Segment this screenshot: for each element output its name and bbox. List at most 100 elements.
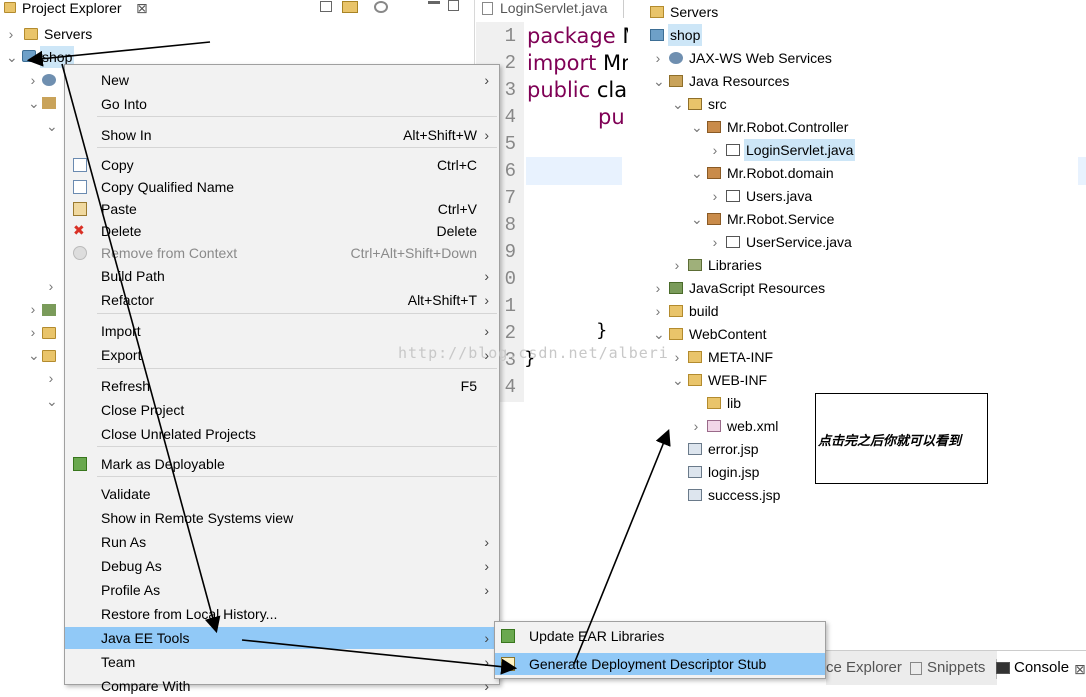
tree-row-javascript-resources[interactable]: › JavaScript Resources (628, 277, 1078, 299)
tree-row-src[interactable]: ⌄ src (628, 93, 1078, 115)
tree-row-mr-robot-domain[interactable]: ⌄ Mr.Robot.domain (628, 162, 1078, 184)
tree-row-java-resources[interactable]: ⌄ Java Resources (628, 70, 1078, 92)
chevron-down-icon[interactable]: ⌄ (46, 118, 58, 135)
chevron-down-icon[interactable]: ⌄ (672, 369, 684, 391)
chevron-down-icon[interactable]: ⌄ (28, 347, 40, 364)
tree-row-libraries[interactable]: › Libraries (628, 254, 1078, 276)
editor-tab[interactable]: LoginServlet.java (476, 0, 624, 18)
chevron-right-icon[interactable]: › (28, 324, 38, 340)
collapse-all-icon[interactable] (320, 1, 332, 12)
folder-icon (669, 305, 683, 317)
menu-item-update-ear-libraries[interactable]: Update EAR Libraries (495, 625, 825, 647)
menu-item-profile-as[interactable]: Profile As › (65, 579, 499, 601)
menu-item-debug-as[interactable]: Debug As › (65, 555, 499, 577)
menu-item-close-project[interactable]: Close Project (65, 399, 499, 421)
chevron-right-icon[interactable]: › (46, 278, 56, 294)
menu-item-restore-from-local-history[interactable]: Restore from Local History... (65, 603, 499, 625)
tree-row-shop[interactable]: shop (628, 24, 1078, 46)
tree-row-userservice-java[interactable]: › UserService.java (628, 231, 1078, 253)
chevron-right-icon: › (484, 654, 489, 670)
tree-label: WebContent (689, 326, 767, 342)
menu-item-accelerator: Ctrl+Alt+Shift+Down (350, 245, 477, 261)
tree-row-servers[interactable]: › Servers (0, 23, 470, 45)
menu-item-refactor[interactable]: Refactor Alt+Shift+T › (65, 289, 499, 311)
code-line-2: import Mr (527, 51, 630, 75)
view-menu-icon[interactable] (374, 1, 388, 13)
menu-item-copy-qualified-name[interactable]: Copy Qualified Name (65, 176, 499, 198)
chevron-down-icon[interactable]: ⌄ (691, 208, 703, 230)
menu-item-close-unrelated-projects[interactable]: Close Unrelated Projects (65, 423, 499, 445)
link-with-editor-icon[interactable] (342, 1, 358, 13)
chevron-down-icon[interactable]: ⌄ (653, 323, 665, 345)
menu-item-mark-as-deployable[interactable]: Mark as Deployable (65, 453, 499, 475)
chevron-right-icon[interactable]: › (6, 23, 16, 45)
menu-item-delete[interactable]: ✖ Delete Delete (65, 220, 499, 242)
tree-row-meta-inf[interactable]: › META-INF (628, 346, 1078, 368)
menu-item-build-path[interactable]: Build Path › (65, 265, 499, 287)
chevron-right-icon[interactable]: › (672, 346, 682, 368)
chevron-down-icon[interactable]: ⌄ (691, 116, 703, 138)
chevron-right-icon[interactable]: › (653, 300, 663, 322)
menu-item-show-in[interactable]: Show In Alt+Shift+W › (65, 124, 499, 146)
chevron-right-icon[interactable]: › (28, 301, 38, 317)
menu-item-run-as[interactable]: Run As › (65, 531, 499, 553)
chevron-right-icon[interactable]: › (653, 47, 663, 69)
minimize-icon[interactable] (428, 1, 440, 4)
chevron-right-icon[interactable]: › (28, 72, 38, 88)
folder-icon (669, 328, 683, 340)
menu-item-java-ee-tools[interactable]: Java EE Tools › (65, 627, 499, 649)
tab-console[interactable]: Console (1014, 659, 1069, 676)
menu-item-remove-from-context[interactable]: Remove from Context Ctrl+Alt+Shift+Down (65, 242, 499, 264)
chevron-right-icon[interactable]: › (46, 370, 56, 386)
maximize-icon[interactable] (448, 0, 459, 11)
tree-row-jax-ws-web-services[interactable]: › JAX-WS Web Services (628, 47, 1078, 69)
chevron-right-icon[interactable]: › (710, 139, 720, 161)
menu-item-compare-with[interactable]: Compare With › (65, 675, 499, 697)
chevron-down-icon[interactable]: ⌄ (46, 393, 58, 410)
delete-icon: ✖ (73, 222, 85, 238)
menu-item-go-into[interactable]: Go Into (65, 93, 499, 115)
chevron-right-icon[interactable]: › (672, 254, 682, 276)
tree-row-webcontent[interactable]: ⌄ WebContent (628, 323, 1078, 345)
close-icon[interactable]: ⊠ (136, 0, 148, 16)
menu-item-show-in-remote-systems-view[interactable]: Show in Remote Systems view (65, 507, 499, 529)
tab-snippets[interactable]: Snippets (927, 659, 985, 676)
chevron-down-icon[interactable]: ⌄ (28, 95, 40, 112)
menu-item-generate-deployment-descriptor-stub[interactable]: Generate Deployment Descriptor Stub (495, 653, 825, 675)
chevron-down-icon[interactable]: ⌄ (672, 93, 684, 115)
tree-row-users-java[interactable]: › Users.java (628, 185, 1078, 207)
project-explorer-tab[interactable]: Project Explorer ⊠ (0, 0, 160, 18)
tree-row-web-inf[interactable]: ⌄ WEB-INF (628, 369, 1078, 391)
tree-row-mr-robot-service[interactable]: ⌄ Mr.Robot.Service (628, 208, 1078, 230)
menu-item-validate[interactable]: Validate (65, 483, 499, 505)
chevron-right-icon[interactable]: › (653, 277, 663, 299)
tree-label: shop (668, 24, 703, 46)
menu-item-accelerator: Alt+Shift+T (407, 292, 477, 308)
chevron-right-icon[interactable]: › (691, 415, 701, 437)
menu-item-refresh[interactable]: Refresh F5 (65, 375, 499, 397)
tree-row-mr-robot-controller[interactable]: ⌄ Mr.Robot.Controller (628, 116, 1078, 138)
chevron-right-icon[interactable]: › (710, 231, 720, 253)
close-icon[interactable]: ⊠ (1074, 661, 1086, 678)
chevron-down-icon[interactable]: ⌄ (691, 162, 703, 184)
tree-label: UserService.java (746, 234, 852, 250)
jsp-file-icon (688, 443, 702, 455)
chevron-right-icon[interactable]: › (710, 185, 720, 207)
menu-item-paste[interactable]: Paste Ctrl+V (65, 198, 499, 220)
menu-item-new[interactable]: New › (65, 69, 499, 91)
chevron-down-icon[interactable]: ⌄ (653, 70, 665, 92)
tree-row-success-jsp[interactable]: success.jsp (628, 484, 1078, 506)
console-icon (996, 662, 1010, 674)
tree-row-build[interactable]: › build (628, 300, 1078, 322)
tree-label: JavaScript Resources (689, 280, 826, 296)
snippets-icon (910, 662, 922, 675)
tree-row-loginservlet-java[interactable]: › LoginServlet.java (628, 139, 1078, 161)
tree-row-servers[interactable]: Servers (628, 1, 1078, 23)
chevron-down-icon[interactable]: ⌄ (6, 46, 18, 68)
tree-label: build (689, 303, 719, 319)
tab-explorer[interactable]: ce Explorer (826, 659, 902, 676)
menu-item-accelerator: Delete (436, 223, 477, 239)
menu-item-team[interactable]: Team › (65, 651, 499, 673)
menu-item-import[interactable]: Import › (65, 320, 499, 342)
menu-item-copy[interactable]: Copy Ctrl+C (65, 154, 499, 176)
